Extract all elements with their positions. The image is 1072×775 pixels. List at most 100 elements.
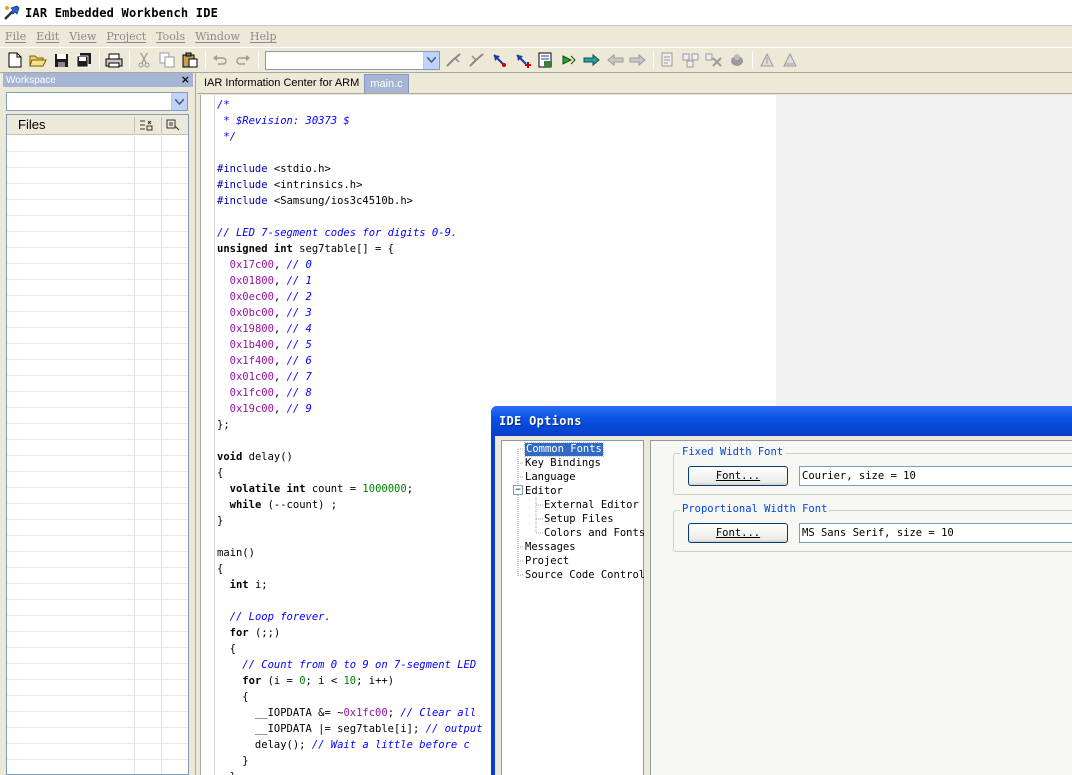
chevron-down-icon[interactable]	[423, 51, 439, 69]
code-line[interactable]: // LED 7-segment codes for digits 0-9.	[217, 225, 483, 241]
code-line[interactable]: 0x0ec00, // 2	[217, 289, 483, 305]
step-icon[interactable]	[581, 50, 603, 70]
tree-item-setup-files[interactable]: Setup Files	[544, 513, 614, 526]
code-line[interactable]: };	[217, 417, 483, 433]
tree-item-common-fonts[interactable]: Common Fonts	[524, 442, 604, 457]
code-line[interactable]	[217, 529, 483, 545]
make-icon[interactable]	[680, 50, 702, 70]
close-icon[interactable]: ×	[181, 73, 190, 86]
code-line[interactable]: __IOPDATA &= ~0x1fc00; // Clear all	[217, 705, 483, 721]
tree-item-project[interactable]: Project	[525, 555, 569, 568]
toggle-breakpoint-icon[interactable]	[489, 50, 511, 70]
edit-breakpoints-icon[interactable]	[512, 50, 534, 70]
menu-project[interactable]: Project	[106, 30, 146, 43]
build-column-icon[interactable]	[161, 117, 183, 133]
code-line[interactable]: void delay()	[217, 449, 483, 465]
new-file-icon[interactable]	[4, 50, 26, 70]
code-line[interactable]: int i;	[217, 577, 483, 593]
undo-icon[interactable]	[209, 50, 231, 70]
code-line[interactable]: // Loop forever.	[217, 609, 483, 625]
menu-help[interactable]: Help	[250, 30, 277, 43]
code-line[interactable]: /*	[217, 97, 483, 113]
code-line[interactable]: #include <intrinsics.h>	[217, 177, 483, 193]
navigate-back-icon[interactable]	[604, 50, 626, 70]
copy-icon[interactable]	[156, 50, 178, 70]
tree-item-language[interactable]: Language	[525, 471, 576, 484]
code-line[interactable]: unsigned int seg7table[] = {	[217, 241, 483, 257]
code-line[interactable]: {	[217, 689, 483, 705]
code-line[interactable]: 0x0bc00, // 3	[217, 305, 483, 321]
dialog-title-bar[interactable]: IDE Options	[491, 406, 1072, 436]
cut-icon[interactable]	[133, 50, 155, 70]
fixed-font-button[interactable]: Font...	[688, 466, 788, 486]
code-line[interactable]: 0x17c00, // 0	[217, 257, 483, 273]
code-line[interactable]	[217, 145, 483, 161]
goto-bookmark-icon[interactable]	[466, 50, 488, 70]
files-tree[interactable]: Files	[6, 114, 189, 775]
source-code[interactable]: /* * $Revision: 30373 $ */ #include <stdi…	[217, 97, 483, 775]
open-icon[interactable]	[27, 50, 49, 70]
paste-icon[interactable]	[179, 50, 201, 70]
proportional-font-button[interactable]: Font...	[688, 523, 788, 543]
code-line[interactable]	[217, 209, 483, 225]
code-line[interactable]: 0x19800, // 4	[217, 321, 483, 337]
configuration-select[interactable]	[6, 92, 188, 111]
code-line[interactable]: {	[217, 561, 483, 577]
menu-view[interactable]: View	[69, 30, 96, 43]
code-line[interactable]: for (i = 0; i < 10; i++)	[217, 673, 483, 689]
code-line[interactable]	[217, 593, 483, 609]
download-debug-icon[interactable]	[756, 50, 778, 70]
tab-main-c[interactable]: main.c	[364, 74, 409, 93]
code-line[interactable]: */	[217, 129, 483, 145]
code-line[interactable]: {	[217, 465, 483, 481]
code-line[interactable]: 0x19c00, // 9	[217, 401, 483, 417]
code-line[interactable]: delay(); // Wait a little before c	[217, 737, 483, 753]
code-line[interactable]: #include <Samsung/ios3c4510b.h>	[217, 193, 483, 209]
code-line[interactable]: }	[217, 513, 483, 529]
chevron-down-icon[interactable]	[171, 93, 187, 110]
tree-item-colors-and-fonts[interactable]: Colors and Fonts	[544, 527, 645, 540]
save-all-icon[interactable]	[73, 50, 95, 70]
save-icon[interactable]	[50, 50, 72, 70]
code-line[interactable]: // Count from 0 to 9 on 7-segment LED	[217, 657, 483, 673]
menu-tools[interactable]: Tools	[156, 30, 185, 43]
stop-build-icon[interactable]	[703, 50, 725, 70]
code-line[interactable]: {	[217, 641, 483, 657]
tree-item-editor[interactable]: Editor	[525, 485, 563, 498]
next-error-icon[interactable]	[558, 50, 580, 70]
tree-item-source-code-control[interactable]: Source Code Control	[525, 569, 645, 582]
tree-item-external-editor[interactable]: External Editor	[544, 499, 639, 512]
code-line[interactable]: __IOPDATA |= seg7table[i]; // output	[217, 721, 483, 737]
collapse-icon[interactable]: −	[513, 485, 523, 495]
code-line[interactable]: main()	[217, 545, 483, 561]
toggle-bookmark-icon[interactable]	[443, 50, 465, 70]
redo-icon[interactable]	[232, 50, 254, 70]
code-line[interactable]: 0x1fc00, // 8	[217, 385, 483, 401]
iar-app-icon[interactable]	[3, 4, 21, 22]
code-line[interactable]: * $Revision: 30373 $	[217, 113, 483, 129]
debug-without-download-icon[interactable]	[779, 50, 801, 70]
tree-item-key-bindings[interactable]: Key Bindings	[525, 457, 601, 470]
tab-information-center[interactable]: IAR Information Center for ARM	[199, 74, 364, 93]
code-line[interactable]: 0x01800, // 1	[217, 273, 483, 289]
code-line[interactable]: #include <stdio.h>	[217, 161, 483, 177]
options-column-icon[interactable]	[134, 117, 156, 133]
code-line[interactable]: 0x1f400, // 6	[217, 353, 483, 369]
find-combo[interactable]	[265, 50, 440, 70]
print-icon[interactable]	[103, 50, 125, 70]
code-line[interactable]: }	[217, 769, 483, 775]
menu-edit[interactable]: Edit	[36, 30, 59, 43]
code-line[interactable]: while (--count) ;	[217, 497, 483, 513]
code-line[interactable]: for (;;)	[217, 625, 483, 641]
navigate-forward-icon[interactable]	[627, 50, 649, 70]
code-line[interactable]: }	[217, 753, 483, 769]
options-category-tree[interactable]: − Common Fonts Key Bindings Language Editor…	[501, 440, 645, 775]
code-line[interactable]: volatile int count = 1000000;	[217, 481, 483, 497]
tree-item-messages[interactable]: Messages	[525, 541, 576, 554]
debug-icon[interactable]	[726, 50, 748, 70]
find-in-files-icon[interactable]	[535, 50, 557, 70]
code-line[interactable]: 0x1b400, // 5	[217, 337, 483, 353]
compile-icon[interactable]	[657, 50, 679, 70]
menu-file[interactable]: File	[5, 30, 26, 43]
code-line[interactable]: 0x01c00, // 7	[217, 369, 483, 385]
